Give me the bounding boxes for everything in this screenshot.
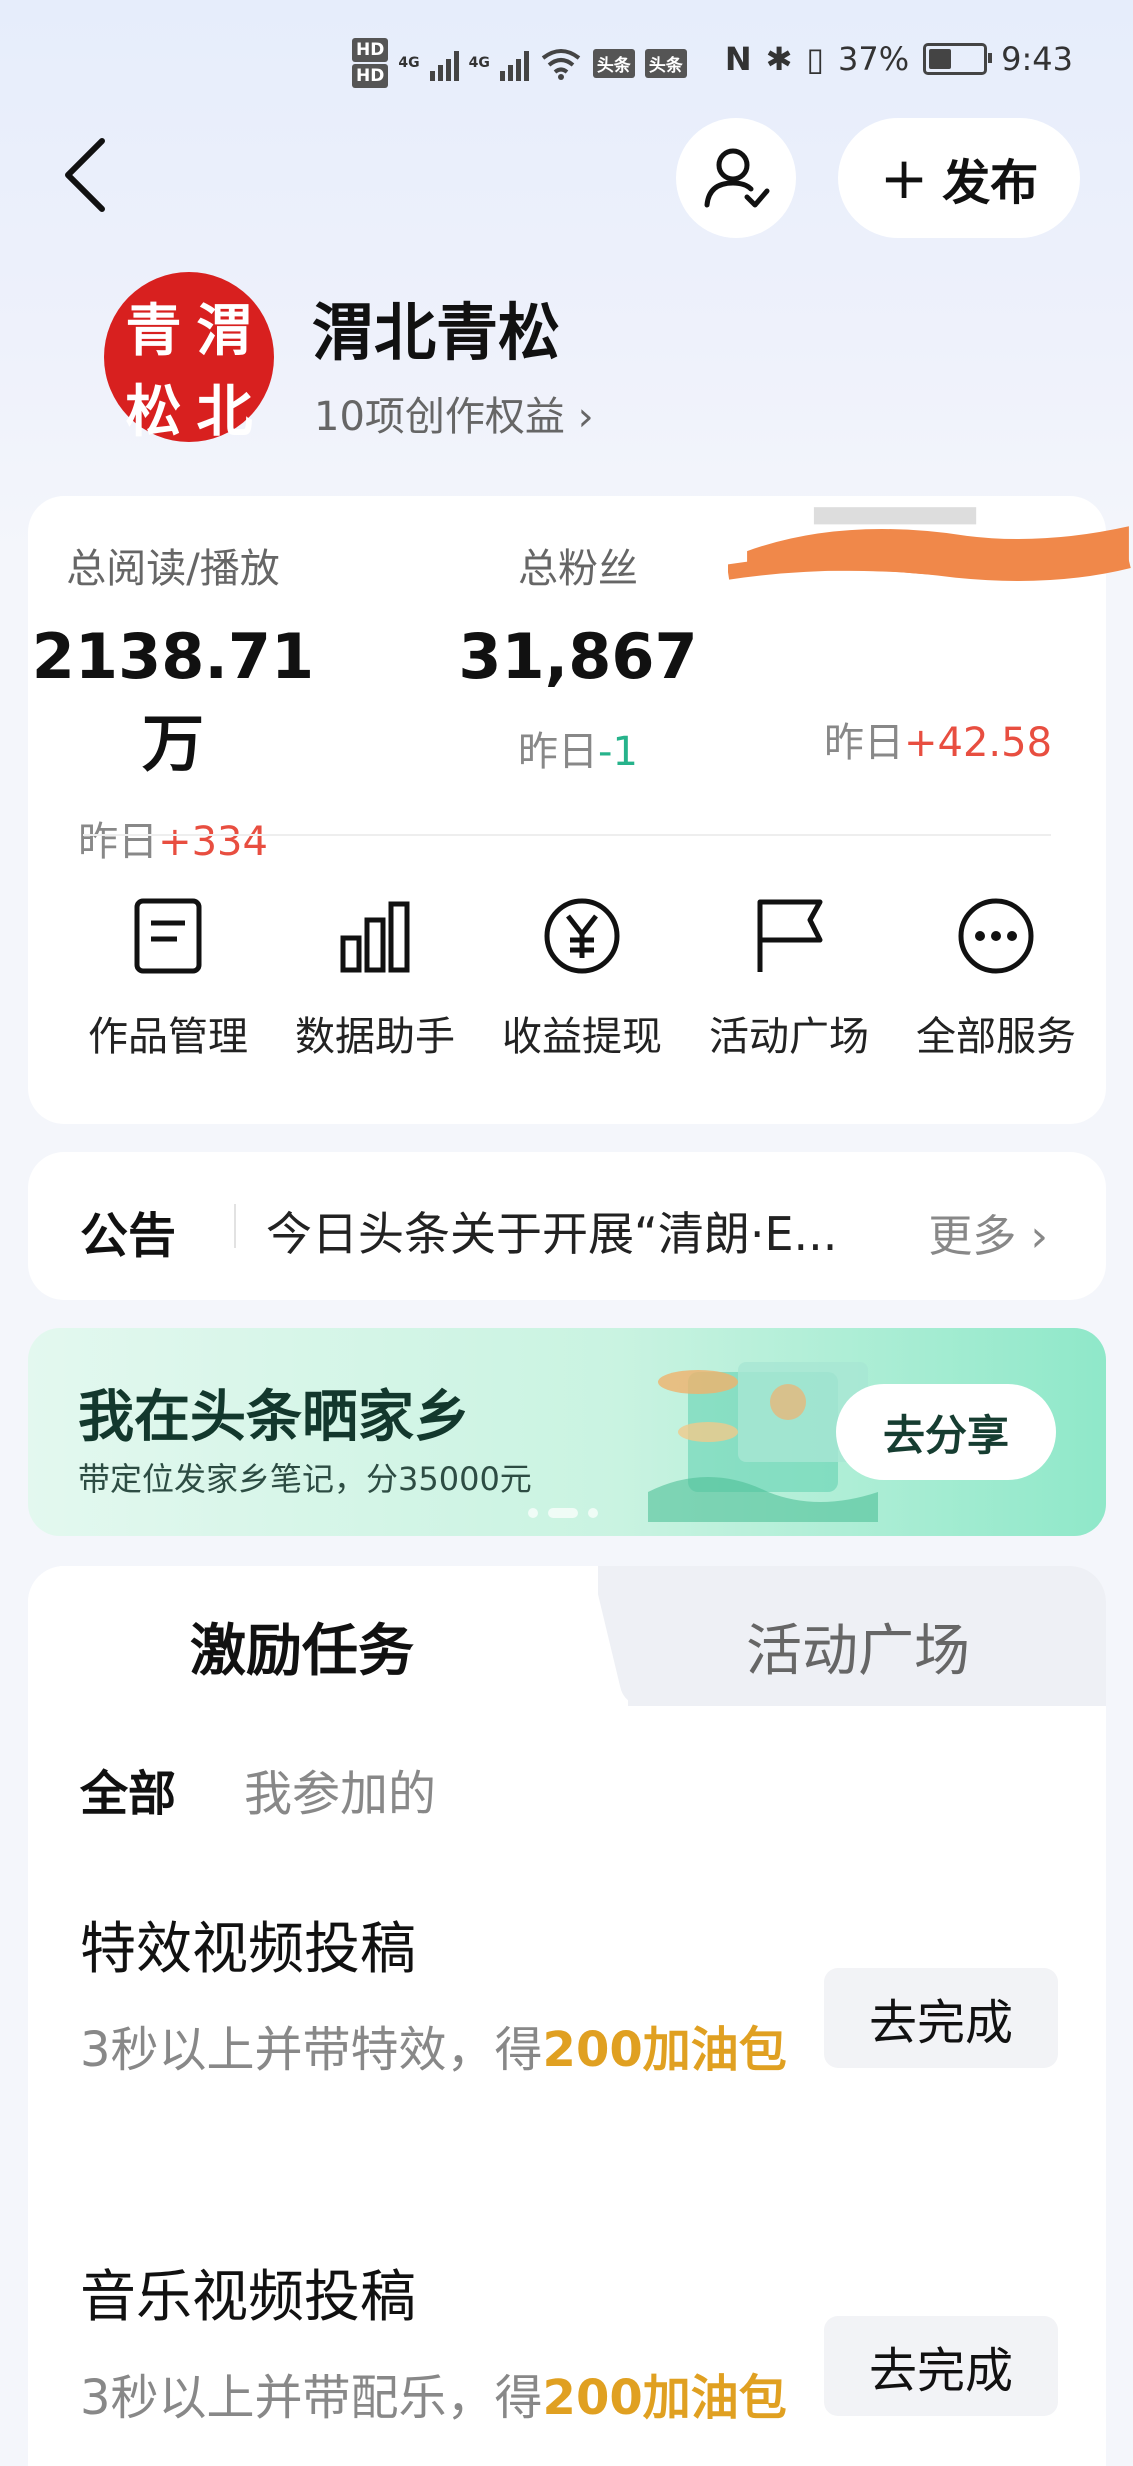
promo-banner[interactable]: 我在头条晒家乡 带定位发家乡笔记，分35000元 去分享 [28, 1328, 1106, 1536]
avatar-char: 青 [125, 298, 182, 364]
service-label: 活动广场 [709, 1014, 869, 1060]
tab-activity-plaza[interactable]: 活动广场 [746, 1606, 970, 1687]
avatar-char: 松 [125, 379, 182, 445]
stat-value: 2138.71万 [31, 620, 315, 780]
task-item: 特效视频投稿 3秒以上并带特效，得200加油包 去完成 [80, 1904, 1080, 2091]
nfc-icon: N [724, 40, 752, 78]
banner-title: 我在头条晒家乡 [78, 1385, 470, 1450]
announcement-more-link[interactable]: 更多 › [928, 1200, 1048, 1264]
complete-task-button[interactable]: 去完成 [824, 1968, 1058, 2068]
task-item: 音乐视频投稿 3秒以上并带配乐，得200加油包 去完成 [80, 2252, 1080, 2439]
task-filter: 全部 我参加的 [80, 1754, 436, 1824]
service-label: 作品管理 [88, 1014, 248, 1060]
service-withdraw[interactable]: 收益提现 [482, 894, 682, 1062]
tasks-section: 激励任务 活动广场 全部 我参加的 特效视频投稿 3秒以上并带特效，得200加油… [28, 1566, 1106, 2466]
filter-joined[interactable]: 我参加的 [244, 1754, 436, 1824]
service-label: 数据助手 [295, 1014, 455, 1060]
service-data-assistant[interactable]: 数据助手 [275, 894, 475, 1062]
banner-share-button[interactable]: 去分享 [836, 1384, 1056, 1480]
stat-label: 总粉丝 [518, 546, 638, 592]
banner-subtitle: 带定位发家乡笔记，分35000元 [78, 1460, 532, 1498]
network-indicators: HD HD 4G 4G 头条 头条 [352, 38, 687, 88]
status-bar: HD HD 4G 4G 头条 头条 N ✱ ▯ 37% 9:43 [0, 0, 1133, 130]
task-description: 3秒以上并带特效，得200加油包 [80, 2022, 787, 2078]
signal-icon [499, 45, 529, 81]
flag-icon [747, 894, 831, 978]
net-type-label: 4G [398, 55, 420, 71]
system-indicators: N ✱ ▯ 37% 9:43 [725, 40, 1073, 78]
stat-yesterday: 昨日+334 [78, 819, 268, 865]
document-icon [126, 894, 210, 978]
task-description: 3秒以上并带配乐，得200加油包 [80, 2370, 787, 2426]
announcement-title: 公告 [80, 1208, 177, 1264]
service-activity-plaza[interactable]: 活动广场 [689, 894, 889, 1062]
user-name: 渭北青松 [312, 296, 561, 369]
divider [83, 834, 1051, 836]
back-button[interactable] [58, 135, 118, 215]
plus-icon: + [879, 144, 929, 212]
avatar-char: 渭 [196, 298, 253, 364]
tab-incentive-tasks[interactable]: 激励任务 [190, 1606, 414, 1687]
stat-total-reads[interactable]: 总阅读/播放 2138.71万 昨日+334 [28, 536, 318, 867]
bar-chart-icon [333, 894, 417, 978]
clock: 9:43 [1001, 40, 1073, 78]
redaction-scribble [728, 507, 1131, 581]
hd-badge: HD [352, 64, 389, 88]
avatar-char: 北 [196, 379, 253, 445]
chevron-left-icon [65, 138, 105, 212]
filter-all[interactable]: 全部 [80, 1754, 176, 1824]
stats-card: 总阅读/播放 2138.71万 昨日+334 总粉丝 31,867 昨日-1 昨… [28, 496, 1131, 1124]
user-check-icon [704, 148, 770, 208]
creator-benefits-link[interactable]: 10项创作权益 › [314, 384, 594, 442]
bluetooth-icon: ✱ [765, 40, 793, 78]
announcement-text[interactable]: 今日头条关于开展“清朗·E... [266, 1198, 837, 1264]
stat-total-fans[interactable]: 总粉丝 31,867 昨日-1 [413, 536, 743, 777]
wifi-icon [541, 49, 581, 80]
more-icon [954, 894, 1038, 978]
toutiao-app-icon: 头条 [644, 48, 687, 78]
publish-label: 发布 [942, 155, 1039, 211]
publish-button[interactable]: + 发布 [838, 118, 1080, 238]
stat-yesterday: 昨日+42.58 [823, 720, 1053, 766]
battery-percent: 37% [838, 40, 910, 78]
hd-badge: HD [352, 38, 389, 62]
divider [234, 1204, 236, 1248]
service-all[interactable]: 全部服务 [896, 894, 1096, 1062]
signal-icon [429, 45, 459, 81]
stat-label: 总阅读/播放 [66, 546, 280, 592]
stat-value [788, 610, 1088, 684]
stat-yesterday: 昨日-1 [518, 729, 638, 775]
follow-manage-button[interactable] [676, 118, 796, 238]
yuan-icon [540, 894, 624, 978]
announcement-bar[interactable]: 公告 今日头条关于开展“清朗·E... 更多 › [28, 1152, 1106, 1300]
service-label: 全部服务 [916, 1014, 1076, 1060]
net-type-label: 4G [468, 55, 490, 71]
stat-value: 31,867 [458, 620, 698, 693]
service-works-manage[interactable]: 作品管理 [68, 894, 268, 1062]
carousel-indicator [528, 1508, 598, 1518]
vibrate-icon: ▯ [806, 40, 825, 78]
service-label: 收益提现 [502, 1014, 662, 1060]
avatar[interactable]: 青 渭 松 北 [104, 272, 274, 445]
complete-task-button[interactable]: 去完成 [824, 2316, 1058, 2416]
toutiao-app-icon: 头条 [592, 48, 635, 78]
battery-icon [923, 43, 993, 75]
